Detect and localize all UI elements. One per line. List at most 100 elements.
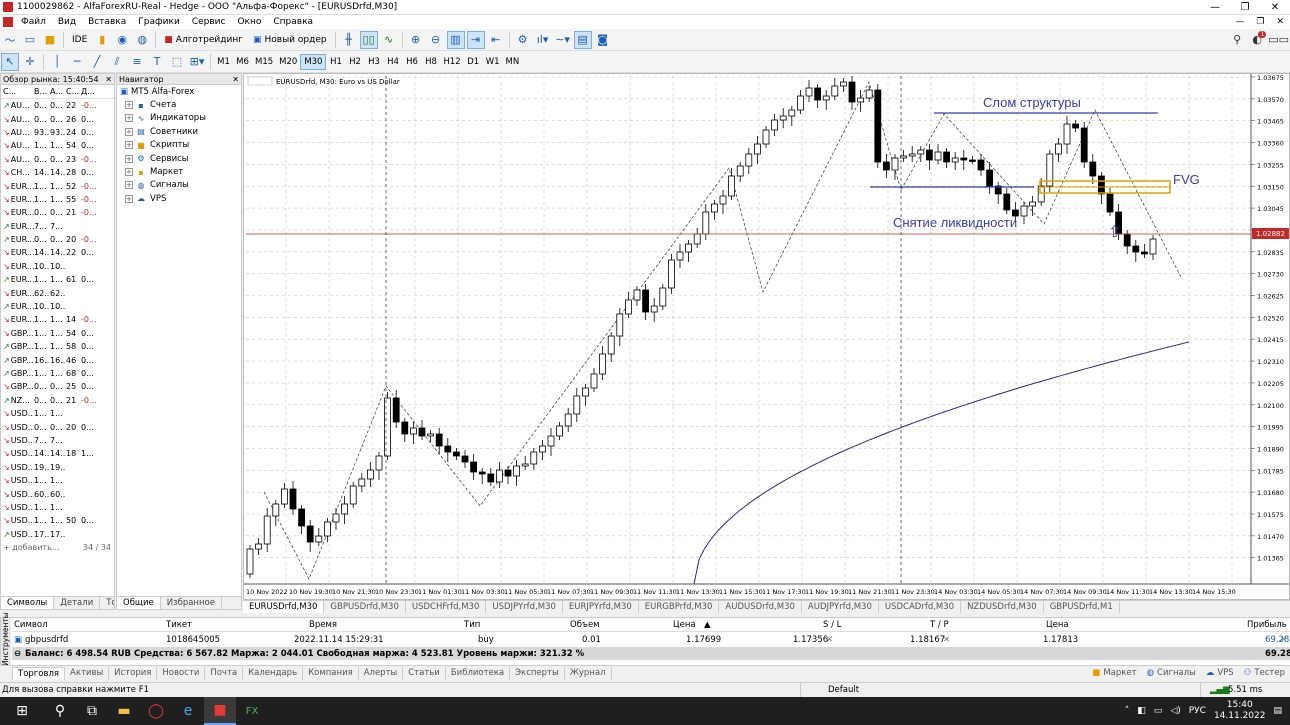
account-icon[interactable]: ▭▭ xyxy=(1268,31,1289,49)
market-watch-row[interactable]: ↘EUR... 1... 1... 14 -0... xyxy=(1,313,114,326)
cursor-icon[interactable]: ↖ xyxy=(1,52,19,71)
vps-button[interactable]: ☁ VPS xyxy=(1201,667,1239,680)
menu-charts[interactable]: Графики xyxy=(132,17,186,27)
tab-news[interactable]: Новости xyxy=(157,666,206,680)
trendline-icon[interactable]: ╱ xyxy=(88,53,106,71)
chart-window[interactable]: Слом структуры FVG Снятие ликвидности ⇧ … xyxy=(243,73,1290,600)
market-watch-row[interactable]: ↘USD... 1... 1... xyxy=(1,474,114,487)
market-watch-row[interactable]: ↘USD...60...60... xyxy=(1,487,114,500)
menu-help[interactable]: Справка xyxy=(267,17,319,27)
objects-icon[interactable]: ∼▾ xyxy=(554,31,572,49)
tab-company[interactable]: Компания xyxy=(303,666,359,680)
close-icon[interactable]: ✕ xyxy=(105,75,114,84)
edge-icon[interactable]: e xyxy=(172,697,204,725)
tf-h2[interactable]: H2 xyxy=(345,54,364,70)
market-watch-row[interactable]: ↘EUR...62...62... xyxy=(1,286,114,299)
market-button[interactable]: ■ Маркет xyxy=(1087,667,1141,680)
tf-mn[interactable]: MN xyxy=(503,54,523,70)
tray-app-icon[interactable]: ◧ xyxy=(1137,706,1146,716)
search-icon[interactable]: ⚲ xyxy=(44,697,76,725)
col-sl[interactable]: S / L xyxy=(823,620,841,630)
col-change[interactable]: Д... xyxy=(81,87,97,96)
indicators-icon[interactable]: ıl▾ xyxy=(534,31,552,49)
windows-start-icon[interactable]: ⊞ xyxy=(0,697,44,725)
col-time[interactable]: Время xyxy=(309,620,337,630)
tab-details[interactable]: Детали xyxy=(54,597,101,609)
trade-row[interactable]: ▣ gbpusdrfd 1018645005 2022.11.14 15:29:… xyxy=(12,633,1290,646)
menu-window[interactable]: Окно xyxy=(231,17,267,27)
horizontal-line-icon[interactable]: ─ xyxy=(68,53,86,71)
close-icon[interactable]: ✕ xyxy=(232,75,241,84)
col-bid[interactable]: В... xyxy=(34,87,50,96)
col-spread[interactable]: С... xyxy=(66,87,81,96)
menu-insert[interactable]: Вставка xyxy=(82,17,132,27)
lock-icon[interactable]: ▮ xyxy=(93,31,111,49)
notifications-icon[interactable]: ◐ 1 xyxy=(1248,30,1267,49)
tray-chevron-icon[interactable]: ˄ xyxy=(1125,706,1130,716)
tab-calendar[interactable]: Календарь xyxy=(243,666,304,680)
menu-view[interactable]: Вид xyxy=(52,17,82,27)
tf-m30[interactable]: M30 xyxy=(300,53,327,70)
tab-journal[interactable]: Журнал xyxy=(565,666,612,680)
opera-icon[interactable]: ◯ xyxy=(140,697,172,725)
shapes-icon[interactable]: ⊞▾ xyxy=(188,53,206,71)
properties-gear-icon[interactable]: ⚙ xyxy=(514,31,532,49)
chart-tab[interactable]: AUDJPYrfd,M30 xyxy=(802,601,879,613)
close-position-icon[interactable]: ✕ xyxy=(1280,635,1287,645)
keyboard-language[interactable]: РУС xyxy=(1189,706,1206,716)
autoscroll-icon[interactable]: ⇥ xyxy=(466,30,485,49)
fibo-icon[interactable]: ≡ xyxy=(128,53,146,71)
screenshot-icon[interactable]: ◙ xyxy=(594,31,612,49)
tab-history[interactable]: История xyxy=(109,666,158,680)
tab-library[interactable]: Библиотека xyxy=(446,666,511,680)
chart-tab[interactable]: USDJPYrfd,M30 xyxy=(486,601,563,613)
channel-icon[interactable]: ⫽ xyxy=(108,53,126,71)
bar-chart-icon[interactable]: ╫ xyxy=(340,31,358,49)
tab-articles[interactable]: Статьи xyxy=(403,666,446,680)
chart-tab[interactable]: USDCHFrfd,M30 xyxy=(406,601,487,613)
tab-experts[interactable]: Эксперты xyxy=(510,666,565,680)
metatrader-icon[interactable]: ■ xyxy=(204,697,236,725)
line-chart-icon[interactable]: ∿ xyxy=(380,31,398,49)
market-watch-row[interactable]: ↘EUR... 1... 1... 55 -0... xyxy=(1,193,114,206)
text-icon[interactable]: T xyxy=(148,53,166,71)
chart-tab[interactable]: GBPUSDrfd,M30 xyxy=(324,601,406,613)
nav-item-signals[interactable]: + ◍ Сигналы xyxy=(117,179,241,192)
nav-item-vps[interactable]: + ☁ VPS xyxy=(117,192,241,205)
doc-minimize-button[interactable]: — xyxy=(1229,17,1250,27)
nav-item-experts[interactable]: + ▤ Советники xyxy=(117,125,241,138)
candle-chart-icon[interactable]: ▯▯ xyxy=(359,30,378,49)
maximize-button[interactable]: ❐ xyxy=(1230,2,1260,13)
market-watch-row[interactable]: ↗GBP...16...16...460... xyxy=(1,353,114,366)
menu-file[interactable]: Файл xyxy=(15,17,52,27)
nav-item-services[interactable]: + ⚙ Сервисы xyxy=(117,152,241,165)
chart-type-icon[interactable]: 〜 xyxy=(1,31,19,49)
tab-ticks[interactable]: Тор xyxy=(100,597,114,609)
tile-icon[interactable]: ▥ xyxy=(446,30,465,49)
col-symbol[interactable]: С... xyxy=(1,87,34,96)
tf-h8[interactable]: H8 xyxy=(421,54,440,70)
tab-common[interactable]: Общие xyxy=(117,597,161,609)
market-watch-row[interactable]: ↘EUR...14...14...220... xyxy=(1,246,114,259)
tf-h4[interactable]: H4 xyxy=(383,54,402,70)
tester-button[interactable]: ⚇ Тестер xyxy=(1239,667,1290,680)
nav-item-accounts[interactable]: + ▪ Счета xyxy=(117,98,241,111)
col-profit[interactable]: Прибыль xyxy=(1247,620,1287,630)
clock[interactable]: 15:40 14.11.2022 xyxy=(1214,700,1266,722)
chart-tab[interactable]: USDCADrfd,M30 xyxy=(879,601,962,613)
market-watch-row[interactable]: ↗EUR... 7... 7... xyxy=(1,220,114,233)
market-watch-row[interactable]: ↗EUR... 0... 0... 20 -0... xyxy=(1,233,114,246)
fx-app-icon[interactable]: FX xyxy=(236,697,268,725)
notification-center-icon[interactable]: ▤ xyxy=(1273,706,1282,716)
tab-alerts[interactable]: Алерты xyxy=(359,666,404,680)
nav-root[interactable]: ▣ MT5 Alfa-Forex xyxy=(117,85,241,98)
market-watch-row[interactable]: ↗EUR... 1... 1... 61 0... xyxy=(1,273,114,286)
arrows-icon[interactable]: ⬚ xyxy=(168,53,186,71)
market-watch-row[interactable]: ↘CH...14...14...280... xyxy=(1,166,114,179)
minimize-button[interactable]: — xyxy=(1200,2,1230,13)
tf-m1[interactable]: M1 xyxy=(214,54,233,70)
tf-m20[interactable]: M20 xyxy=(276,54,300,70)
add-symbol-row[interactable]: + добавить... 34 / 34 xyxy=(1,541,114,554)
tab-mailbox[interactable]: Почта xyxy=(205,666,244,680)
col-tp[interactable]: T / P xyxy=(930,620,949,630)
